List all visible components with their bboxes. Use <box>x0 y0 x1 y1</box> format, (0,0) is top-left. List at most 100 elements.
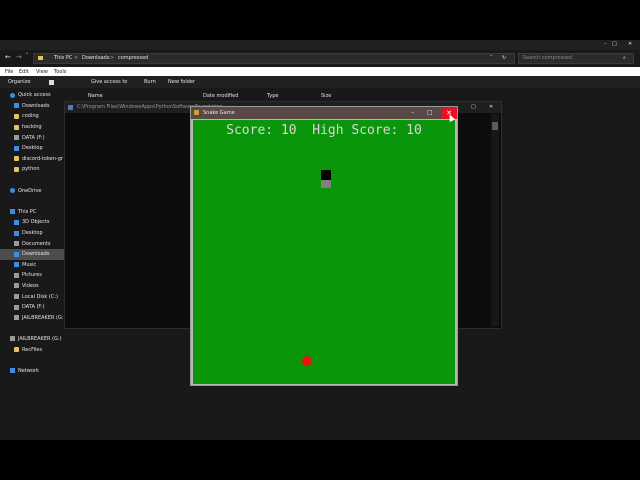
maximize-icon[interactable]: □ <box>612 41 617 47</box>
snake-head <box>321 170 331 180</box>
sidebar-item[interactable]: Music <box>0 260 64 271</box>
sidebar-item[interactable]: This PC <box>0 207 64 218</box>
sidebar-item-label: hacking <box>22 124 42 131</box>
sidebar-item[interactable]: hacking <box>0 122 64 133</box>
drive-icon <box>10 336 15 342</box>
document-icon <box>14 241 19 247</box>
burn-button[interactable]: Burn <box>144 79 156 85</box>
drive-icon <box>14 135 19 141</box>
music-icon <box>14 262 19 268</box>
menu-view[interactable]: View <box>36 69 48 75</box>
breadcrumb-item-downloads[interactable]: Downloads <box>82 55 109 61</box>
address-field[interactable]: This PC > Downloads > compressed ˅ ↻ <box>33 53 515 64</box>
chevron-down-icon[interactable]: ˅ <box>490 55 493 61</box>
drive-icon <box>14 304 19 310</box>
sidebar-item-label: This PC <box>18 208 37 215</box>
sidebar-item[interactable]: RecFiles <box>0 344 64 355</box>
sidebar-item-label: OneDrive <box>18 187 42 194</box>
snake-body-segment <box>321 180 331 188</box>
sidebar-item[interactable]: Videos <box>0 281 64 292</box>
navigation-pane: Quick access Downloads coding hacking DATA (… <box>0 90 66 400</box>
sidebar-item[interactable]: DATA (F:) <box>0 302 64 313</box>
sidebar-item-label: Music <box>22 261 37 268</box>
sidebar-item-label: Downloads <box>22 251 50 258</box>
breadcrumb-item-compressed[interactable]: compressed <box>118 55 148 61</box>
game-title: Snake Game <box>203 110 235 116</box>
give-access-button[interactable]: Give access to <box>91 79 127 85</box>
sidebar-item[interactable]: 3D Objects <box>0 217 64 228</box>
column-type[interactable]: Type <box>267 93 278 99</box>
minimize-icon[interactable]: – <box>411 109 414 116</box>
game-board[interactable]: Score: 10 High Score: 10 <box>193 120 455 384</box>
close-icon[interactable]: ✕ <box>628 41 632 47</box>
folder-icon <box>14 113 19 119</box>
maximize-icon[interactable]: □ <box>427 109 433 116</box>
sidebar-item[interactable]: Downloads <box>0 248 64 260</box>
sidebar-item[interactable]: Local Disk (C:) <box>0 291 64 302</box>
sidebar-item-label: discord-token-gr <box>22 155 63 162</box>
folder-icon <box>14 166 19 172</box>
search-input[interactable]: Search compressed ⌕ <box>518 53 634 64</box>
food-pellet <box>302 356 312 366</box>
breadcrumb-item-this-pc[interactable]: This PC <box>54 55 72 61</box>
sidebar-item[interactable]: python <box>0 164 64 175</box>
column-header-row: Name Date modified Type Size <box>80 92 640 101</box>
sidebar-item[interactable]: JAILBREAKER (G:) <box>0 312 66 323</box>
console-scrollbar[interactable] <box>491 114 499 326</box>
sidebar-item[interactable]: Network <box>0 365 64 376</box>
menu-tools[interactable]: Tools <box>54 69 66 75</box>
sidebar-item[interactable]: discord-token-gr <box>0 154 64 165</box>
forward-arrow-icon[interactable]: → <box>16 53 22 61</box>
sidebar-item-label: Desktop <box>22 145 43 152</box>
sidebar-item-label: Desktop <box>22 230 43 237</box>
sidebar-item[interactable]: Documents <box>0 238 64 249</box>
open-icon[interactable] <box>49 80 54 85</box>
minimize-icon[interactable]: – <box>604 41 607 47</box>
computer-icon <box>10 209 15 215</box>
sidebar-item-label: Network <box>18 367 39 374</box>
sidebar-item-label: DATA (F:) <box>22 304 45 311</box>
refresh-icon[interactable]: ↻ <box>502 55 506 61</box>
sidebar-item-label: RecFiles <box>22 346 43 353</box>
sidebar-item[interactable]: Downloads <box>0 101 64 112</box>
sidebar-item-label: coding <box>22 113 39 120</box>
menu-file[interactable]: File <box>5 69 13 75</box>
sidebar-item[interactable]: Desktop <box>0 143 64 154</box>
sidebar-item-label: Pictures <box>22 272 42 279</box>
sidebar-item[interactable]: DATA (F:) <box>0 132 64 143</box>
sidebar-item[interactable]: coding <box>0 111 64 122</box>
sidebar-item[interactable]: Desktop <box>0 228 64 239</box>
new-folder-button[interactable]: New folder <box>168 79 195 85</box>
column-size[interactable]: Size <box>321 93 331 99</box>
sidebar-item-label: Videos <box>22 282 39 289</box>
sidebar-item[interactable]: JAILBREAKER (G:) <box>0 334 64 345</box>
desktop-icon <box>14 230 19 236</box>
cube-icon <box>14 219 19 225</box>
organize-button[interactable]: Organize <box>8 79 30 85</box>
folder-icon <box>14 124 19 130</box>
search-icon: ⌕ <box>623 55 626 61</box>
close-icon[interactable]: ✕ <box>489 104 493 110</box>
back-arrow-icon[interactable]: ← <box>5 53 11 61</box>
menu-edit[interactable]: Edit <box>19 69 29 75</box>
breadcrumb-separator: > <box>74 55 79 61</box>
sidebar-item[interactable]: Quick access <box>0 90 64 101</box>
sidebar-item-label: JAILBREAKER (G:) <box>22 314 66 321</box>
column-date-modified[interactable]: Date modified <box>203 93 238 99</box>
feather-icon <box>194 110 199 115</box>
maximize-icon[interactable]: □ <box>471 104 476 110</box>
network-icon <box>10 368 15 374</box>
game-titlebar[interactable]: Snake Game – □ ✕ <box>191 107 457 119</box>
sidebar-item[interactable]: Pictures <box>0 270 64 281</box>
folder-icon <box>38 56 43 60</box>
sidebar-item-label: 3D Objects <box>22 219 50 226</box>
folder-icon <box>14 156 19 162</box>
scrollbar-thumb[interactable] <box>492 122 498 130</box>
command-bar: Organize Give access to Burn New folder <box>0 76 640 88</box>
chevron-down-icon[interactable]: ˅ <box>26 53 29 59</box>
sidebar-item[interactable]: OneDrive <box>0 185 64 196</box>
column-name[interactable]: Name <box>88 93 103 99</box>
picture-icon <box>14 272 19 278</box>
cloud-icon <box>10 188 15 194</box>
